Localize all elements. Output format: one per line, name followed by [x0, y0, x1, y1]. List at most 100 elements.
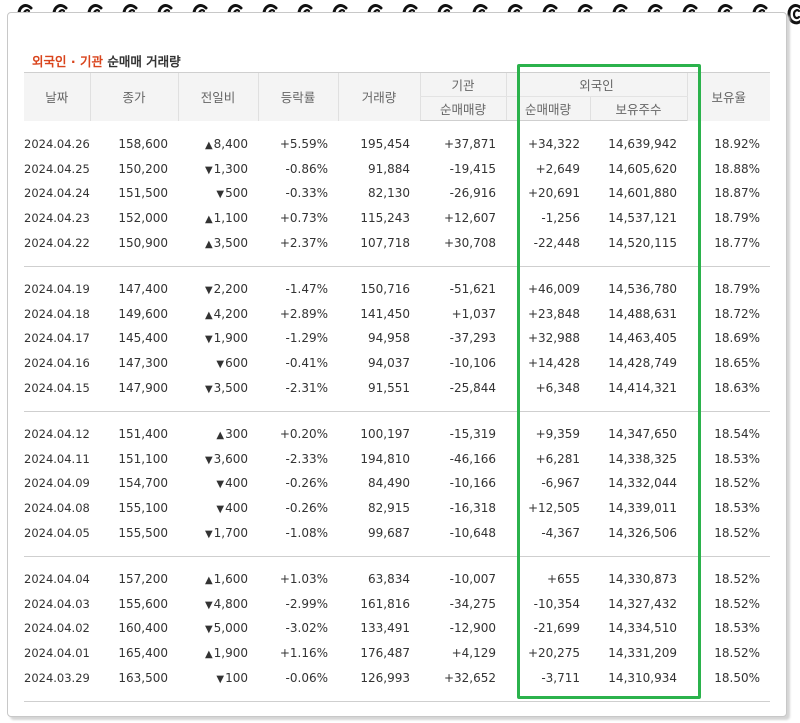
cell-inst-net: -16,318 — [449, 501, 496, 516]
table-row: 2024.04.01 165,400 ▲1,900 +1.16% 176,487 +4,1… — [24, 641, 770, 666]
cell-for-shares: 14,537,121 — [608, 211, 678, 226]
cell-ratio: 18.50% — [714, 671, 761, 686]
cell-ratio: 18.52% — [714, 571, 761, 586]
table-row: 2024.04.23 152,000 ▲1,100 +0.73% 115,243 +12,… — [24, 206, 770, 231]
cell-close: 145,400 — [118, 331, 168, 346]
cell-inst-net: -15,319 — [449, 426, 496, 441]
cell-change: ▼5,000 — [178, 616, 258, 641]
cell-change-value: 100 — [225, 671, 248, 686]
cell-change-value: 300 — [225, 426, 248, 441]
table-row: 2024.04.16 147,300 ▼600 -0.41% 94,037 -10,106… — [24, 351, 770, 376]
down-triangle-icon: ▼ — [216, 504, 225, 516]
cell-change-value: 3,500 — [213, 381, 248, 396]
down-triangle-icon: ▼ — [204, 529, 213, 541]
cell-inst-net: -10,106 — [449, 356, 496, 371]
cell-change: ▲1,600 — [178, 566, 258, 591]
cell-for-net: +34,322 — [527, 136, 580, 151]
header-institution: 기관 — [419, 72, 506, 97]
cell-for-shares: 14,428,749 — [608, 356, 678, 371]
table-row: 2024.04.03 155,600 ▼4,800 -2.99% 161,816 -34,… — [24, 591, 770, 616]
up-triangle-icon: ▲ — [204, 574, 213, 586]
cell-change-value: 4,800 — [213, 596, 248, 611]
table-row: 2024.04.08 155,100 ▼400 -0.26% 82,915 -16,318… — [24, 496, 770, 521]
cell-inst-net: +12,607 — [443, 211, 496, 226]
up-triangle-icon: ▲ — [204, 649, 213, 661]
header-for-shares: 보유주수 — [589, 96, 688, 121]
cell-volume: 94,037 — [368, 356, 410, 371]
cell-for-shares: 14,331,209 — [608, 646, 678, 661]
cell-close: 147,400 — [118, 281, 168, 296]
cell-date: 2024.04.17 — [24, 331, 90, 346]
cell-inst-net: -12,900 — [449, 621, 496, 636]
cell-close: 151,100 — [118, 451, 168, 466]
cell-ratio: 18.63% — [714, 381, 761, 396]
cell-change: ▼3,600 — [178, 446, 258, 471]
cell-ratio: 18.87% — [714, 186, 761, 201]
cell-inst-net: +4,129 — [451, 646, 496, 661]
cell-change-value: 1,100 — [213, 211, 248, 226]
cell-date: 2024.04.25 — [24, 161, 90, 176]
cell-ratio: 18.88% — [714, 161, 761, 176]
cell-date: 2024.04.09 — [24, 476, 90, 491]
spiral-ring-icon — [786, 2, 800, 28]
cell-ratio: 18.52% — [714, 646, 761, 661]
cell-date: 2024.04.24 — [24, 186, 90, 201]
group-separator — [24, 255, 771, 267]
table-row: 2024.04.09 154,700 ▼400 -0.26% 84,490 -10,166… — [24, 471, 770, 496]
header-row-top: 날짜 종가 전일비 등락률 거래량 기관 외국인 보유율 — [24, 72, 771, 121]
cell-volume: 99,687 — [368, 526, 410, 541]
cell-for-net: -10,354 — [533, 596, 580, 611]
cell-volume: 63,834 — [368, 571, 410, 586]
cell-inst-net: -10,007 — [449, 571, 496, 586]
cell-inst-net: -25,844 — [449, 381, 496, 396]
up-triangle-icon: ▲ — [204, 239, 213, 251]
cell-for-shares: 14,334,510 — [608, 621, 678, 636]
cell-date: 2024.04.08 — [24, 501, 90, 516]
cell-rate: +0.73% — [279, 211, 328, 226]
cell-volume: 141,450 — [360, 306, 410, 321]
cell-for-shares: 14,310,934 — [608, 671, 678, 686]
cell-date: 2024.04.03 — [24, 596, 90, 611]
table-row: 2024.04.11 151,100 ▼3,600 -2.33% 194,810 -46,… — [24, 446, 770, 471]
header-close: 종가 — [89, 72, 178, 121]
cell-change-value: 500 — [225, 186, 248, 201]
cell-close: 151,500 — [118, 186, 168, 201]
up-triangle-icon: ▲ — [204, 309, 213, 321]
down-triangle-icon: ▼ — [216, 674, 225, 686]
cell-rate: +0.20% — [279, 426, 328, 441]
cell-close: 154,700 — [118, 476, 168, 491]
header-change: 전일비 — [177, 72, 258, 121]
cell-volume: 150,716 — [360, 281, 410, 296]
cell-for-net: -6,967 — [541, 476, 580, 491]
cell-inst-net: -10,648 — [449, 526, 496, 541]
cell-ratio: 18.52% — [714, 596, 761, 611]
cell-change-value: 1,700 — [213, 526, 248, 541]
cell-ratio: 18.52% — [714, 476, 761, 491]
cell-change-value: 600 — [225, 356, 248, 371]
cell-change-value: 3,600 — [213, 451, 248, 466]
cell-change: ▲8,400 — [178, 132, 258, 157]
header-ratio: 보유율 — [686, 72, 771, 121]
cell-change: ▼1,700 — [178, 521, 258, 546]
down-triangle-icon: ▼ — [204, 334, 213, 346]
cell-change: ▲1,900 — [178, 641, 258, 666]
cell-close: 152,000 — [118, 211, 168, 226]
cell-for-net: +2,649 — [535, 161, 580, 176]
cell-inst-net: +32,652 — [443, 671, 496, 686]
cell-close: 147,900 — [118, 381, 168, 396]
cell-inst-net: -37,293 — [449, 331, 496, 346]
header-volume: 거래량 — [337, 72, 420, 121]
cell-inst-net: -19,415 — [449, 161, 496, 176]
up-triangle-icon: ▲ — [204, 139, 213, 151]
cell-for-net: +23,848 — [527, 306, 580, 321]
cell-change-value: 1,900 — [213, 331, 248, 346]
cell-inst-net: -34,275 — [449, 596, 496, 611]
cell-for-shares: 14,601,880 — [608, 186, 678, 201]
cell-change: ▼1,300 — [178, 156, 258, 181]
cell-date: 2024.04.11 — [24, 451, 90, 466]
group-separator — [24, 545, 771, 557]
cell-rate: -3.02% — [285, 621, 328, 636]
up-triangle-icon: ▲ — [216, 429, 225, 441]
cell-for-shares: 14,536,780 — [608, 281, 678, 296]
table-row: 2024.04.18 149,600 ▲4,200 +2.89% 141,450 +1,0… — [24, 301, 770, 326]
